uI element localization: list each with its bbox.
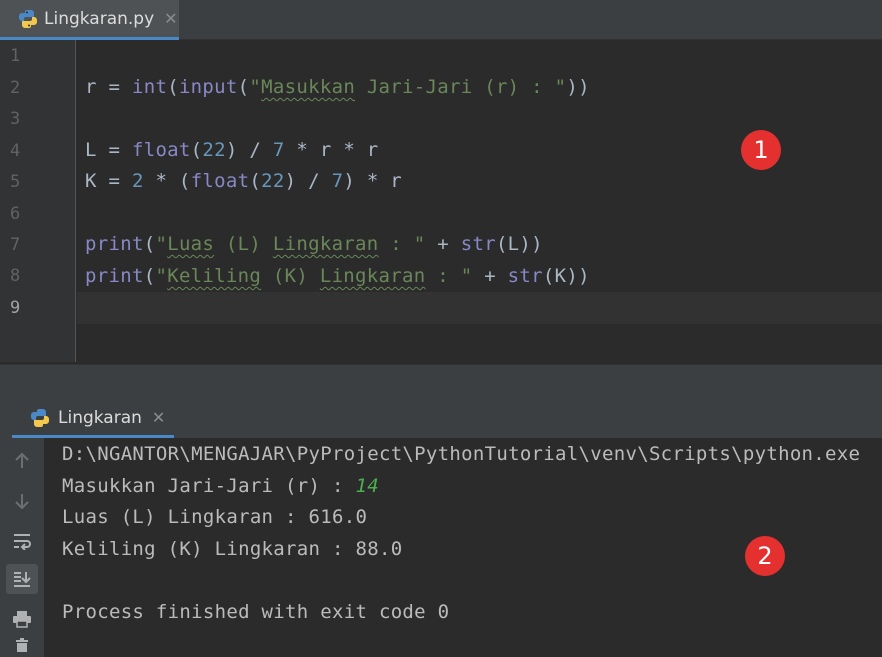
line-number: 7 <box>10 235 21 255</box>
line-number: 4 <box>10 141 21 161</box>
editor-tab-lingkaran[interactable]: Lingkaran.py ✕ <box>0 0 179 40</box>
console-exit-line: Process finished with exit code 0 <box>62 601 450 623</box>
line-number: 6 <box>10 204 21 224</box>
annotation-badge-2: 2 <box>745 536 785 576</box>
python-file-icon <box>19 9 37 28</box>
code-line-8: print("Keliling (K) Lingkaran : " + str(… <box>85 265 590 287</box>
arrow-up-icon[interactable] <box>6 446 38 476</box>
line-number: 8 <box>10 266 21 286</box>
close-icon[interactable]: ✕ <box>152 408 165 427</box>
line-number: 5 <box>10 172 21 192</box>
annotation-badge-1: 1 <box>741 130 781 170</box>
run-tab-lingkaran[interactable]: Lingkaran ✕ <box>12 400 174 438</box>
close-icon[interactable]: ✕ <box>164 9 177 28</box>
console-keliling-line: Keliling (K) Lingkaran : 88.0 <box>62 538 403 560</box>
current-line-highlight <box>77 292 882 324</box>
arrow-down-icon[interactable] <box>6 486 38 516</box>
console-prompt: Masukkan Jari-Jari (r) : <box>62 475 356 497</box>
editor-tab-bar: Lingkaran.py ✕ <box>0 0 882 40</box>
python-run-icon <box>31 408 49 427</box>
line-number-current: 9 <box>10 298 21 318</box>
run-tab-label: Lingkaran <box>58 407 142 428</box>
console-output[interactable]: D:\NGANTOR\MENGAJAR\PyProject\PythonTuto… <box>44 438 882 657</box>
console-prompt-line: Masukkan Jari-Jari (r) : 14 <box>62 475 379 497</box>
editor-tab-label: Lingkaran.py <box>44 8 155 29</box>
line-number-gutter: 1 2 3 4 5 6 7 8 9 <box>0 40 76 362</box>
run-toolbar <box>0 438 44 657</box>
print-icon[interactable] <box>6 604 38 634</box>
trash-icon[interactable] <box>6 638 38 657</box>
console-command-line: D:\NGANTOR\MENGAJAR\PyProject\PythonTuto… <box>62 443 861 465</box>
scroll-to-end-icon[interactable] <box>6 564 38 594</box>
code-line-4: L = float(22) / 7 * r * r <box>85 139 379 161</box>
line-number: 3 <box>10 109 21 129</box>
code-line-7: print("Luas (L) Lingkaran : " + str(L)) <box>85 233 543 255</box>
code-line-2: r = int(input("Masukkan Jari-Jari (r) : … <box>85 76 590 98</box>
console-luas-line: Luas (L) Lingkaran : 616.0 <box>62 506 368 528</box>
soft-wrap-icon[interactable] <box>6 526 38 556</box>
code-editor[interactable]: 1 2 3 4 5 6 7 8 9 r = int(input("Masukka… <box>0 40 882 364</box>
panel-splitter[interactable] <box>0 364 882 400</box>
code-line-5: K = 2 * (float(22) / 7) * r <box>85 170 403 192</box>
line-number: 1 <box>10 46 21 66</box>
line-number: 2 <box>10 78 21 98</box>
console-user-input: 14 <box>355 475 379 497</box>
run-tab-bar: Lingkaran ✕ <box>0 400 882 438</box>
